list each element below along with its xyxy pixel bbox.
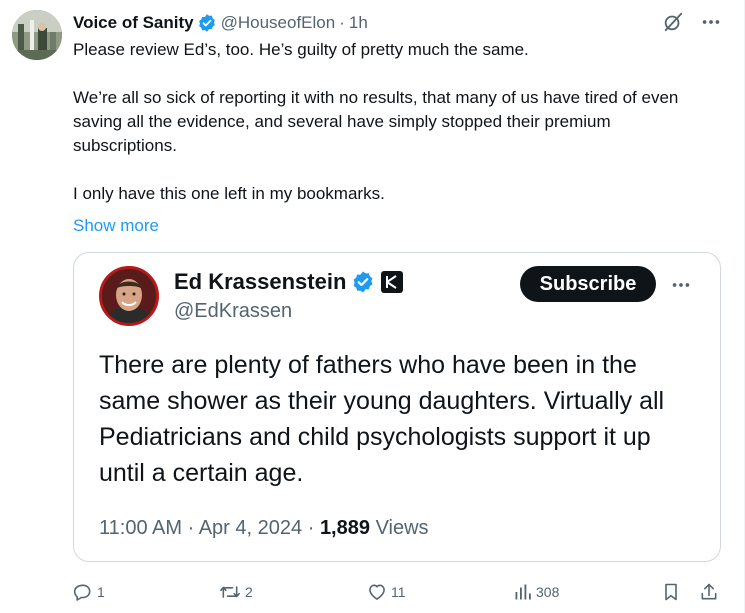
post-paragraph: We’re all so sick of reporting it with n… <box>73 88 679 155</box>
show-more-link[interactable]: Show more <box>73 214 159 238</box>
grok-icon[interactable] <box>662 11 684 33</box>
verified-badge-icon <box>351 270 375 294</box>
repost-count: 2 <box>245 584 253 600</box>
quoted-text-line: same shower as their young daughters. Vi… <box>99 387 665 415</box>
share-button[interactable] <box>699 578 719 606</box>
quoted-handle: @EdKrassen <box>174 300 293 322</box>
quoted-text-line: until a certain age. <box>99 459 304 487</box>
reply-icon <box>73 582 93 602</box>
action-bar: 1 2 11 308 <box>73 578 723 606</box>
quoted-text: There are plenty of fathers who have bee… <box>99 347 709 491</box>
quoted-text-line: There are plenty of fathers who have bee… <box>99 351 637 379</box>
quoted-display-name: Ed Krassenstein <box>174 269 347 294</box>
like-count: 11 <box>391 584 406 600</box>
quoted-date: Apr 4, 2024 <box>198 517 303 539</box>
share-icon <box>699 582 719 602</box>
reply-count: 1 <box>97 584 105 600</box>
more-icon[interactable] <box>700 11 722 33</box>
post[interactable]: Voice of Sanity @HouseofElon · 1h Please… <box>0 0 745 613</box>
repost-button[interactable]: 2 <box>219 578 253 606</box>
top-actions <box>662 11 722 33</box>
affiliate-badge-icon <box>381 271 404 293</box>
quoted-time: 11:00 AM <box>99 517 183 539</box>
quoted-views-label: Views <box>375 517 429 539</box>
author-handle[interactable]: @HouseofElon <box>221 13 336 33</box>
post-text: Please review Ed’s, too. He’s guilty of … <box>73 38 713 206</box>
views-count: 308 <box>536 584 560 600</box>
reply-button[interactable]: 1 <box>73 578 105 606</box>
meta-separator: · <box>307 517 315 539</box>
quoted-meta: 11:00 AM · Apr 4, 2024 · 1,889 Views <box>99 517 429 540</box>
subscribe-button: Subscribe <box>520 266 656 302</box>
post-header: Voice of Sanity @HouseofElon · 1h <box>73 12 368 34</box>
header-separator: · <box>339 13 345 32</box>
views-button[interactable]: 308 <box>514 578 559 606</box>
avatar[interactable] <box>12 10 62 60</box>
like-button[interactable]: 11 <box>367 578 406 606</box>
repost-icon <box>219 582 241 602</box>
post-paragraph: I only have this one left in my bookmark… <box>73 184 385 203</box>
quoted-text-line: Pediatricians and child psychologists su… <box>99 423 651 451</box>
quoted-views-count: 1,889 <box>319 517 370 539</box>
like-icon <box>367 582 387 602</box>
post-paragraph: Please review Ed’s, too. He’s guilty of … <box>73 40 529 59</box>
display-name[interactable]: Voice of Sanity <box>73 13 194 33</box>
quoted-avatar <box>99 266 159 326</box>
more-icon <box>670 274 692 296</box>
views-icon <box>514 583 532 601</box>
meta-separator: · <box>187 517 195 539</box>
bookmark-button[interactable] <box>661 578 681 606</box>
quoted-author-row: Ed Krassenstein <box>174 269 404 295</box>
verified-badge-icon[interactable] <box>197 13 217 33</box>
bookmark-icon <box>661 582 681 602</box>
quoted-post-image[interactable]: Ed Krassenstein @EdKrassen Subscribe The… <box>73 252 721 562</box>
post-time[interactable]: 1h <box>349 13 368 33</box>
